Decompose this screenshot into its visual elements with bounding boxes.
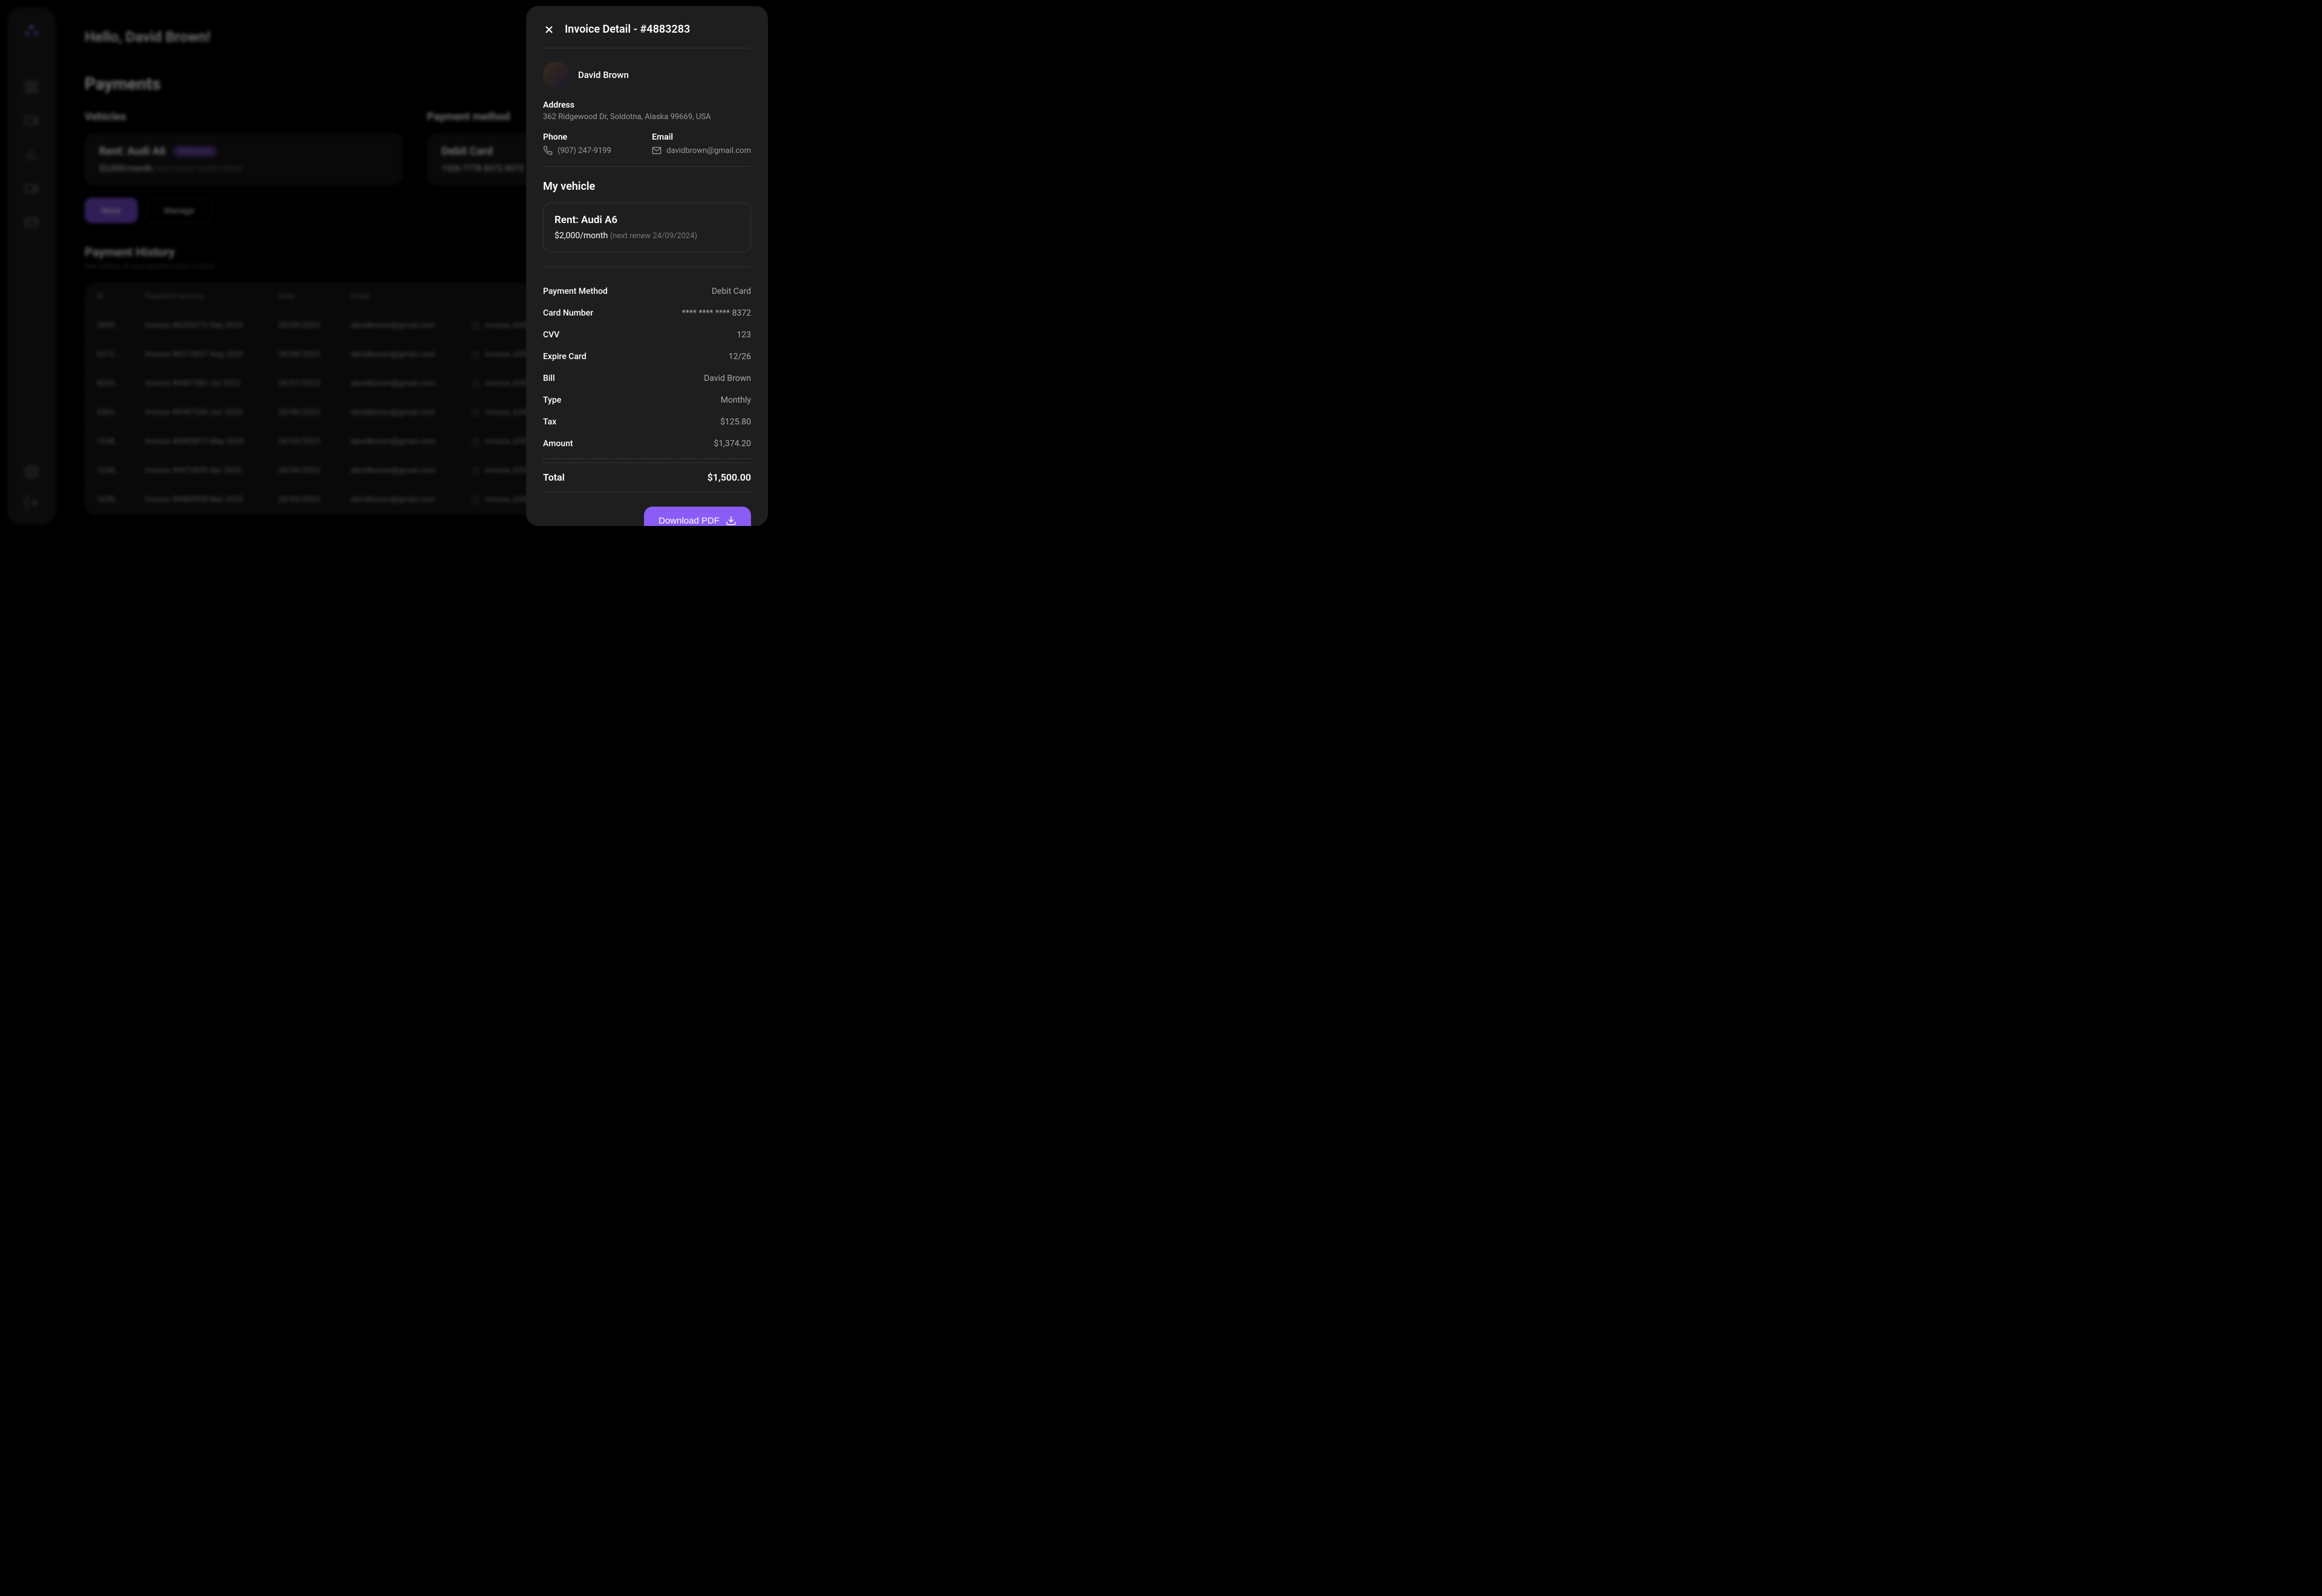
address-label: Address — [543, 100, 751, 110]
total-label: Total — [543, 472, 565, 483]
avatar — [543, 62, 570, 88]
kv-cvv-label: CVV — [543, 330, 559, 340]
panel-vehicle-renew: (next renew 24/09/2024) — [610, 232, 697, 241]
kv-payment-method-value: Debit Card — [712, 287, 751, 296]
vehicle-section-title: My vehicle — [543, 180, 751, 193]
kv-payment-method-label: Payment Method — [543, 287, 608, 296]
invoice-detail-panel: Invoice Detail - #4883283 David Brown Ad… — [526, 6, 768, 526]
kv-bill-label: Bill — [543, 374, 555, 383]
address-value: 362 Ridgewood Dr, Soldotna, Alaska 99669… — [543, 112, 751, 122]
kv-tax-value: $125.80 — [720, 417, 751, 427]
download-label: Download PDF — [659, 516, 720, 526]
total-value: $1,500.00 — [707, 472, 751, 483]
phone-label: Phone — [543, 132, 628, 142]
kv-bill-value: David Brown — [704, 374, 751, 383]
kv-tax-label: Tax — [543, 417, 556, 427]
phone-value: (907) 247-9199 — [558, 146, 611, 155]
kv-type-value: Monthly — [721, 395, 751, 405]
close-icon[interactable] — [543, 24, 555, 36]
kv-amount-value: $1,374.20 — [714, 439, 751, 449]
panel-title: Invoice Detail - #4883283 — [565, 23, 690, 36]
panel-vehicle-title: Rent: Audi A6 — [554, 214, 740, 226]
panel-vehicle-card: Rent: Audi A6 $2,000/month (next renew 2… — [543, 203, 751, 252]
kv-expire-value: 12/26 — [729, 352, 751, 362]
kv-cvv-value: 123 — [737, 330, 751, 340]
download-icon — [726, 515, 737, 526]
email-value: davidbrown@gmail.com — [666, 146, 751, 155]
panel-vehicle-price: $2,000/month — [554, 231, 608, 241]
phone-icon — [543, 146, 553, 155]
kv-amount-label: Amount — [543, 439, 573, 449]
customer-name: David Brown — [578, 70, 629, 80]
kv-card-number-label: Card Number — [543, 308, 593, 318]
kv-type-label: Type — [543, 395, 561, 405]
email-icon — [652, 146, 662, 155]
email-label: Email — [652, 132, 751, 142]
kv-expire-label: Expire Card — [543, 352, 587, 362]
kv-card-number-value: **** **** **** 8372 — [682, 308, 751, 318]
download-pdf-button[interactable]: Download PDF — [644, 507, 751, 526]
